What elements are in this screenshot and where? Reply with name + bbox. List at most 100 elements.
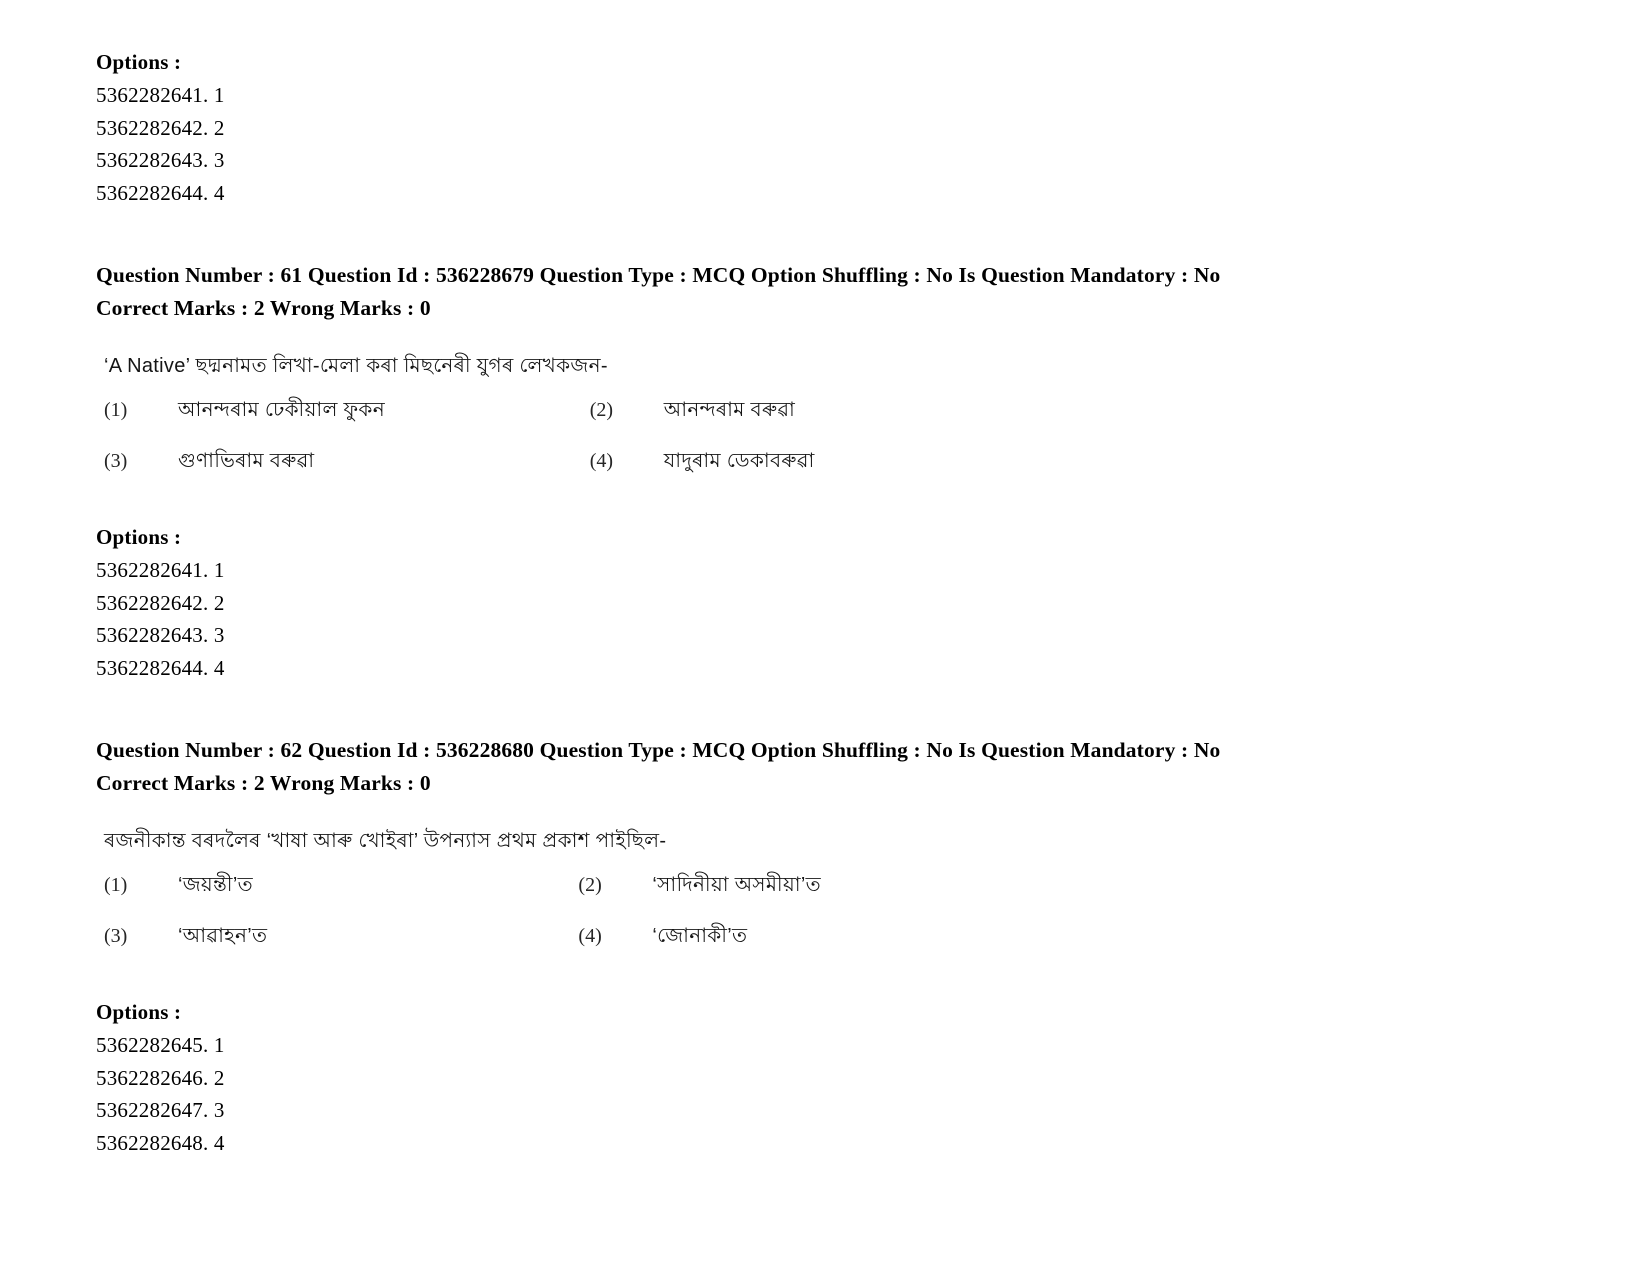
question-type-label: Question Type : bbox=[539, 738, 687, 762]
option-number: 1 bbox=[213, 83, 225, 107]
is-mandatory-value: No bbox=[1193, 738, 1221, 762]
question-number-value: 62 bbox=[280, 738, 303, 762]
question-62: Question Number : 62 Question Id : 53622… bbox=[96, 734, 1554, 1159]
question-62-choices: (1) ‘জয়ন্তী’ত (2) ‘সাদিনীয়া অসমীয়া’ত … bbox=[104, 870, 944, 972]
option-row: 5362282641. 1 bbox=[96, 554, 1554, 587]
option-row: 5362282645. 1 bbox=[96, 1029, 1554, 1062]
question-type-value: MCQ bbox=[692, 738, 746, 762]
choice-row: (1) ‘জয়ন্তী’ত (2) ‘সাদিনীয়া অসমীয়া’ত bbox=[104, 870, 944, 921]
option-id: 5362282641 bbox=[96, 558, 203, 582]
choice-marker: (3) bbox=[104, 450, 128, 472]
choice-text: আনন্দৰাম বৰুৱা bbox=[663, 399, 796, 421]
option-row: 5362282643. 3 bbox=[96, 619, 1554, 652]
option-row: 5362282641. 1 bbox=[96, 79, 1554, 112]
option-separator: . bbox=[203, 558, 214, 582]
wrong-marks-value: 0 bbox=[419, 771, 431, 795]
is-mandatory-label: Is Question Mandatory : bbox=[958, 263, 1189, 287]
option-id: 5362282644 bbox=[96, 655, 203, 680]
choice-text: গুণাভিৰাম বৰুৱা bbox=[178, 450, 315, 472]
question-id-label: Question Id : bbox=[307, 738, 431, 762]
wrong-marks-label: Wrong Marks : bbox=[269, 771, 415, 795]
choice-4[interactable]: (4) যাদুৰাম ডেকাবৰুৱা bbox=[590, 446, 964, 479]
option-number: 3 bbox=[213, 1098, 225, 1122]
options-heading: Options : bbox=[96, 50, 182, 74]
option-separator: . bbox=[203, 590, 214, 615]
option-id: 5362282646 bbox=[96, 1065, 203, 1090]
option-id: 5362282644 bbox=[96, 180, 203, 205]
option-shuffling-label: Option Shuffling : bbox=[750, 738, 921, 762]
option-id: 5362282648 bbox=[96, 1130, 203, 1155]
option-number: 4 bbox=[213, 180, 225, 205]
choice-text: ‘জয়ন্তী’ত bbox=[178, 874, 253, 896]
question-61-stem: ‘A Native’ ছদ্মনামত লিখা-মেলা কৰা মিছনেৰ… bbox=[104, 355, 608, 377]
option-number: 3 bbox=[213, 148, 225, 172]
choice-2[interactable]: (2) আনন্দৰাম বৰুৱা bbox=[590, 395, 964, 428]
option-id: 5362282643 bbox=[96, 148, 203, 172]
choice-marker: (4) bbox=[578, 925, 602, 947]
question-id-value: 536228679 bbox=[435, 263, 535, 287]
choice-row: (3) ‘আৱাহন’ত (4) ‘জোনাকী’ত bbox=[104, 921, 944, 972]
question-61: Question Number : 61 Question Id : 53622… bbox=[96, 259, 1554, 684]
choice-4[interactable]: (4) ‘জোনাকী’ত bbox=[578, 921, 944, 954]
option-id: 5362282641 bbox=[96, 83, 203, 107]
option-separator: . bbox=[203, 1065, 214, 1090]
choice-text: ‘সাদিনীয়া অসমীয়া’ত bbox=[652, 874, 821, 896]
choice-text: ‘আৱাহন’ত bbox=[178, 925, 268, 947]
option-shuffling-value: No bbox=[926, 738, 953, 762]
choice-marker: (1) bbox=[104, 399, 128, 421]
option-number: 3 bbox=[213, 623, 225, 647]
correct-marks-label: Correct Marks : bbox=[96, 771, 249, 795]
question-id-value: 536228680 bbox=[435, 738, 535, 762]
option-id: 5362282643 bbox=[96, 623, 203, 647]
option-number: 2 bbox=[213, 590, 225, 615]
option-row: 5362282644. 4 bbox=[96, 177, 1554, 210]
choice-2[interactable]: (2) ‘সাদিনীয়া অসমীয়া’ত bbox=[578, 870, 944, 903]
option-id: 5362282645 bbox=[96, 1033, 203, 1057]
option-separator: . bbox=[203, 180, 214, 205]
option-shuffling-value: No bbox=[926, 263, 953, 287]
correct-marks-value: 2 bbox=[253, 771, 265, 795]
options-heading: Options : bbox=[96, 1000, 182, 1024]
choice-1[interactable]: (1) আনন্দৰাম ঢেকীয়াল ফুকন bbox=[104, 395, 590, 428]
option-separator: . bbox=[203, 115, 214, 140]
is-mandatory-value: No bbox=[1193, 263, 1221, 287]
option-row: 5362282644. 4 bbox=[96, 652, 1554, 685]
option-id: 5362282642 bbox=[96, 590, 203, 615]
wrong-marks-label: Wrong Marks : bbox=[269, 296, 415, 320]
options-block-previous: Options : 5362282641. 1 5362282642. 2 53… bbox=[96, 46, 1554, 209]
question-type-value: MCQ bbox=[692, 263, 746, 287]
is-mandatory-label: Is Question Mandatory : bbox=[958, 738, 1189, 762]
choice-text: যাদুৰাম ডেকাবৰুৱা bbox=[663, 450, 815, 472]
question-62-scan-image: ৰজনীকান্ত বৰদলৈৰ ‘খাষা আৰু খোইৰা’ উপন্যা… bbox=[96, 814, 944, 982]
wrong-marks-value: 0 bbox=[419, 296, 431, 320]
correct-marks-value: 2 bbox=[253, 296, 265, 320]
option-row: 5362282642. 2 bbox=[96, 112, 1554, 145]
choice-marker: (2) bbox=[589, 399, 614, 421]
option-separator: . bbox=[203, 1130, 214, 1155]
option-number: 1 bbox=[213, 1033, 225, 1057]
choice-1[interactable]: (1) ‘জয়ন্তী’ত bbox=[104, 870, 578, 903]
question-61-header: Question Number : 61 Question Id : 53622… bbox=[96, 259, 1351, 325]
choice-marker: (2) bbox=[578, 874, 602, 896]
choice-marker: (3) bbox=[104, 925, 128, 947]
option-id: 5362282647 bbox=[96, 1098, 203, 1122]
option-row: 5362282648. 4 bbox=[96, 1127, 1554, 1160]
option-number: 4 bbox=[213, 1130, 225, 1155]
choice-3[interactable]: (3) ‘আৱাহন’ত bbox=[104, 921, 578, 954]
choice-marker: (4) bbox=[589, 450, 614, 472]
exam-paper-page: Options : 5362282641. 1 5362282642. 2 53… bbox=[0, 0, 1650, 1275]
choice-3[interactable]: (3) গুণাভিৰাম বৰুৱা bbox=[104, 446, 590, 479]
option-number: 2 bbox=[213, 1065, 225, 1090]
choice-row: (1) আনন্দৰাম ঢেকীয়াল ফুকন (2) আনন্দৰাম … bbox=[104, 395, 964, 446]
choice-marker: (1) bbox=[104, 874, 128, 896]
correct-marks-label: Correct Marks : bbox=[96, 296, 249, 320]
option-separator: . bbox=[203, 1033, 214, 1057]
choice-row: (3) গুণাভিৰাম বৰুৱা (4) যাদুৰাম ডেকাবৰুৱ… bbox=[104, 446, 964, 497]
question-62-options-block: Options : 5362282645. 1 5362282646. 2 53… bbox=[96, 996, 1554, 1159]
